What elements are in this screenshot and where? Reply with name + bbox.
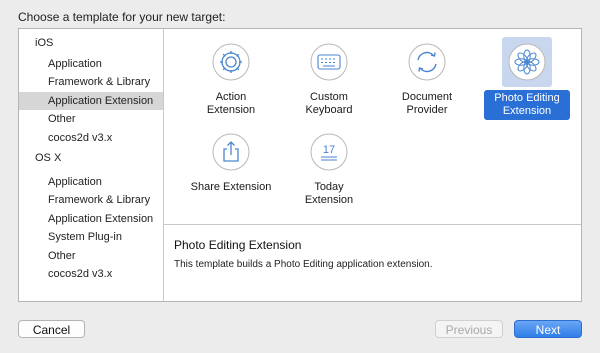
previous-button[interactable]: Previous	[435, 320, 503, 338]
sidebar-section-osx: OS X	[35, 152, 62, 164]
sidebar-item-ios-application-extension[interactable]: Application Extension	[19, 92, 163, 110]
template-label: Share Extension	[190, 181, 272, 193]
sidebar-item-osx-application[interactable]: Application	[19, 173, 163, 191]
sidebar-item-ios-other[interactable]: Other	[19, 110, 163, 128]
gear-icon	[208, 39, 254, 85]
sidebar-item-ios-framework-library[interactable]: Framework & Library	[19, 73, 163, 91]
cancel-button[interactable]: Cancel	[18, 320, 85, 338]
keyboard-icon	[306, 39, 352, 85]
template-label: Action Extension	[206, 91, 256, 116]
photo-flower-icon	[502, 37, 552, 87]
template-label: Document Provider	[401, 91, 453, 116]
share-icon	[208, 129, 254, 175]
description-title: Photo Editing Extension	[174, 238, 302, 252]
dialog-heading: Choose a template for your new target:	[18, 10, 226, 24]
description-text: This template builds a Photo Editing app…	[174, 259, 433, 270]
template-label: Today Extension	[304, 181, 354, 206]
sync-icon	[404, 39, 450, 85]
sidebar-item-osx-application-extension[interactable]: Application Extension	[19, 210, 163, 228]
sidebar-section-ios: iOS	[35, 37, 54, 49]
sidebar-item-osx-other[interactable]: Other	[19, 247, 163, 265]
template-description-pane: Photo Editing Extension This template bu…	[164, 226, 581, 301]
sidebar-item-osx-cocos2d[interactable]: cocos2d v3.x	[19, 265, 163, 283]
sidebar-item-osx-system-plugin[interactable]: System Plug-in	[19, 228, 163, 246]
platform-sidebar: iOS Application Framework & Library Appl…	[19, 29, 164, 301]
calendar-icon: 17	[306, 129, 352, 175]
next-button[interactable]: Next	[514, 320, 582, 338]
template-label: Custom Keyboard	[305, 91, 353, 116]
template-grid: Action Extension Custom Keyboard Documen…	[164, 29, 581, 225]
calendar-day: 17	[323, 144, 335, 156]
template-label: Photo Editing Extension	[484, 90, 570, 120]
sidebar-item-ios-application[interactable]: Application	[19, 55, 163, 73]
sidebar-item-osx-framework-library[interactable]: Framework & Library	[19, 191, 163, 209]
template-chooser: iOS Application Framework & Library Appl…	[18, 28, 582, 302]
sidebar-item-ios-cocos2d[interactable]: cocos2d v3.x	[19, 129, 163, 147]
